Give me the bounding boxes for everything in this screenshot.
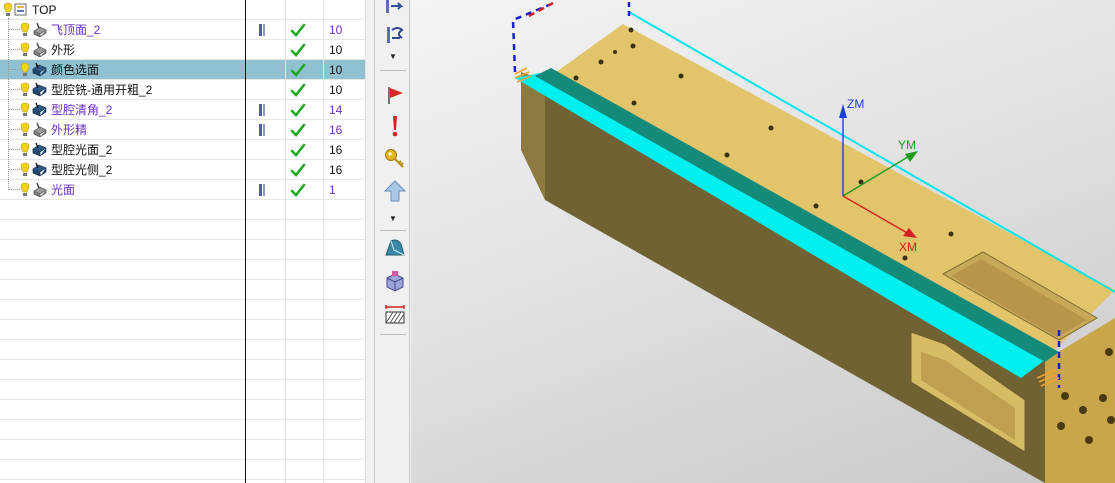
y-axis-label: YM xyxy=(898,138,916,152)
root-label: TOP xyxy=(32,3,57,17)
lightbulb-icon xyxy=(20,62,30,77)
operation-row[interactable]: 外形 10 xyxy=(0,40,366,60)
check-icon xyxy=(290,62,306,78)
operation-name: 型腔铣-通用开粗_2 xyxy=(51,83,153,97)
operation-row[interactable]: 型腔光面_2 16 xyxy=(0,140,366,160)
x-axis-label: XM xyxy=(899,240,917,254)
operation-row[interactable]: 外形精 16 xyxy=(0,120,366,140)
check-icon xyxy=(290,82,306,98)
tool-number: 14 xyxy=(329,103,343,117)
cavity-mill-icon xyxy=(32,82,47,97)
empty-row xyxy=(0,380,366,400)
key-icon[interactable] xyxy=(382,146,408,172)
lightbulb-icon xyxy=(20,142,30,157)
cavity-mill-icon xyxy=(32,62,47,77)
tree-row-root[interactable]: TOP xyxy=(0,0,366,20)
vertical-toolbar: ▼ ▼ xyxy=(366,0,411,483)
check-icon xyxy=(290,122,306,138)
cavity-mill-icon xyxy=(32,102,47,117)
z-axis-label: ZM xyxy=(847,97,865,111)
exclamation-icon[interactable] xyxy=(382,113,408,139)
face-mill-icon xyxy=(32,182,47,198)
tool-number: 10 xyxy=(329,83,343,97)
operation-row[interactable]: 光面 1 xyxy=(0,180,366,200)
column-divider xyxy=(323,0,324,483)
empty-row xyxy=(0,400,366,420)
empty-row xyxy=(0,440,366,460)
section-icon[interactable] xyxy=(382,301,408,327)
toolpath-icon xyxy=(258,103,266,117)
output-icon[interactable] xyxy=(382,0,408,20)
empty-row xyxy=(0,300,366,320)
lightbulb-icon xyxy=(3,2,13,17)
operation-row[interactable]: 颜色选面 10 xyxy=(0,60,366,80)
empty-row xyxy=(0,280,366,300)
toolpath-icon xyxy=(258,123,266,137)
empty-row xyxy=(0,260,366,280)
column-divider xyxy=(285,0,286,483)
operation-row[interactable]: 型腔铣-通用开粗_2 10 xyxy=(0,80,366,100)
part-model[interactable] xyxy=(411,0,1115,483)
toolpath-icon xyxy=(258,183,266,197)
lightbulb-icon xyxy=(20,102,30,117)
surface-icon[interactable] xyxy=(382,235,408,261)
empty-row xyxy=(0,360,366,380)
flag-icon[interactable] xyxy=(382,82,408,108)
empty-row xyxy=(0,220,366,240)
check-icon xyxy=(290,142,306,158)
graphics-viewport[interactable]: ZM YM XM xyxy=(411,0,1115,483)
cavity-mill-icon xyxy=(32,162,47,177)
chevron-down-icon[interactable]: ▼ xyxy=(386,52,400,62)
empty-row xyxy=(0,200,366,220)
operation-name: 型腔光侧_2 xyxy=(51,163,113,177)
operation-name: 飞顶面_2 xyxy=(51,23,101,37)
operation-name: 外形 xyxy=(51,43,76,57)
lightbulb-icon xyxy=(20,82,30,97)
check-icon xyxy=(290,162,306,178)
check-icon xyxy=(290,182,306,198)
tool-number: 10 xyxy=(329,43,343,57)
tool-number: 16 xyxy=(329,163,343,177)
operation-name: 型腔光面_2 xyxy=(51,143,113,157)
check-icon xyxy=(290,22,306,38)
3d-icon[interactable] xyxy=(382,268,408,294)
operation-row[interactable]: 型腔清角_2 14 xyxy=(0,100,366,120)
empty-row xyxy=(0,320,366,340)
up-arrow-icon[interactable] xyxy=(382,178,408,204)
operation-row[interactable]: 型腔光侧_2 16 xyxy=(0,160,366,180)
operation-row[interactable]: 飞顶面_2 10 xyxy=(0,20,366,40)
check-icon xyxy=(290,102,306,118)
tool-number: 16 xyxy=(329,123,343,137)
lightbulb-icon xyxy=(20,122,30,137)
operation-name: 型腔清角_2 xyxy=(51,103,113,117)
face-mill-icon xyxy=(32,122,47,138)
operation-name: 外形精 xyxy=(51,123,88,137)
operation-name: 颜色选面 xyxy=(51,63,100,77)
face-mill-icon xyxy=(32,22,47,38)
toolpath-icon xyxy=(258,23,266,37)
operation-navigator: TOP 飞顶面_2 10 外形 10 颜色选面 10 型腔铣-通用开粗_2 10 型腔清角_2 14… xyxy=(0,0,366,483)
tool-number: 16 xyxy=(329,143,343,157)
empty-row xyxy=(0,240,366,260)
tree-connector-line xyxy=(8,18,9,190)
tool-number: 10 xyxy=(329,23,343,37)
column-divider xyxy=(245,0,246,483)
lightbulb-icon xyxy=(20,22,30,37)
cavity-mill-icon xyxy=(32,142,47,157)
chevron-down-icon[interactable]: ▼ xyxy=(386,214,400,224)
tool-number: 10 xyxy=(329,63,343,77)
postprocess-icon[interactable] xyxy=(382,22,408,48)
lightbulb-icon xyxy=(20,162,30,177)
face-mill-icon xyxy=(32,42,47,58)
empty-row xyxy=(0,460,366,480)
empty-row xyxy=(0,340,366,360)
tool-number: 1 xyxy=(329,183,336,197)
lightbulb-icon xyxy=(20,42,30,57)
program-root-icon xyxy=(13,2,28,17)
lightbulb-icon xyxy=(20,182,30,197)
operation-name: 光面 xyxy=(51,183,76,197)
empty-row xyxy=(0,420,366,440)
check-icon xyxy=(290,42,306,58)
